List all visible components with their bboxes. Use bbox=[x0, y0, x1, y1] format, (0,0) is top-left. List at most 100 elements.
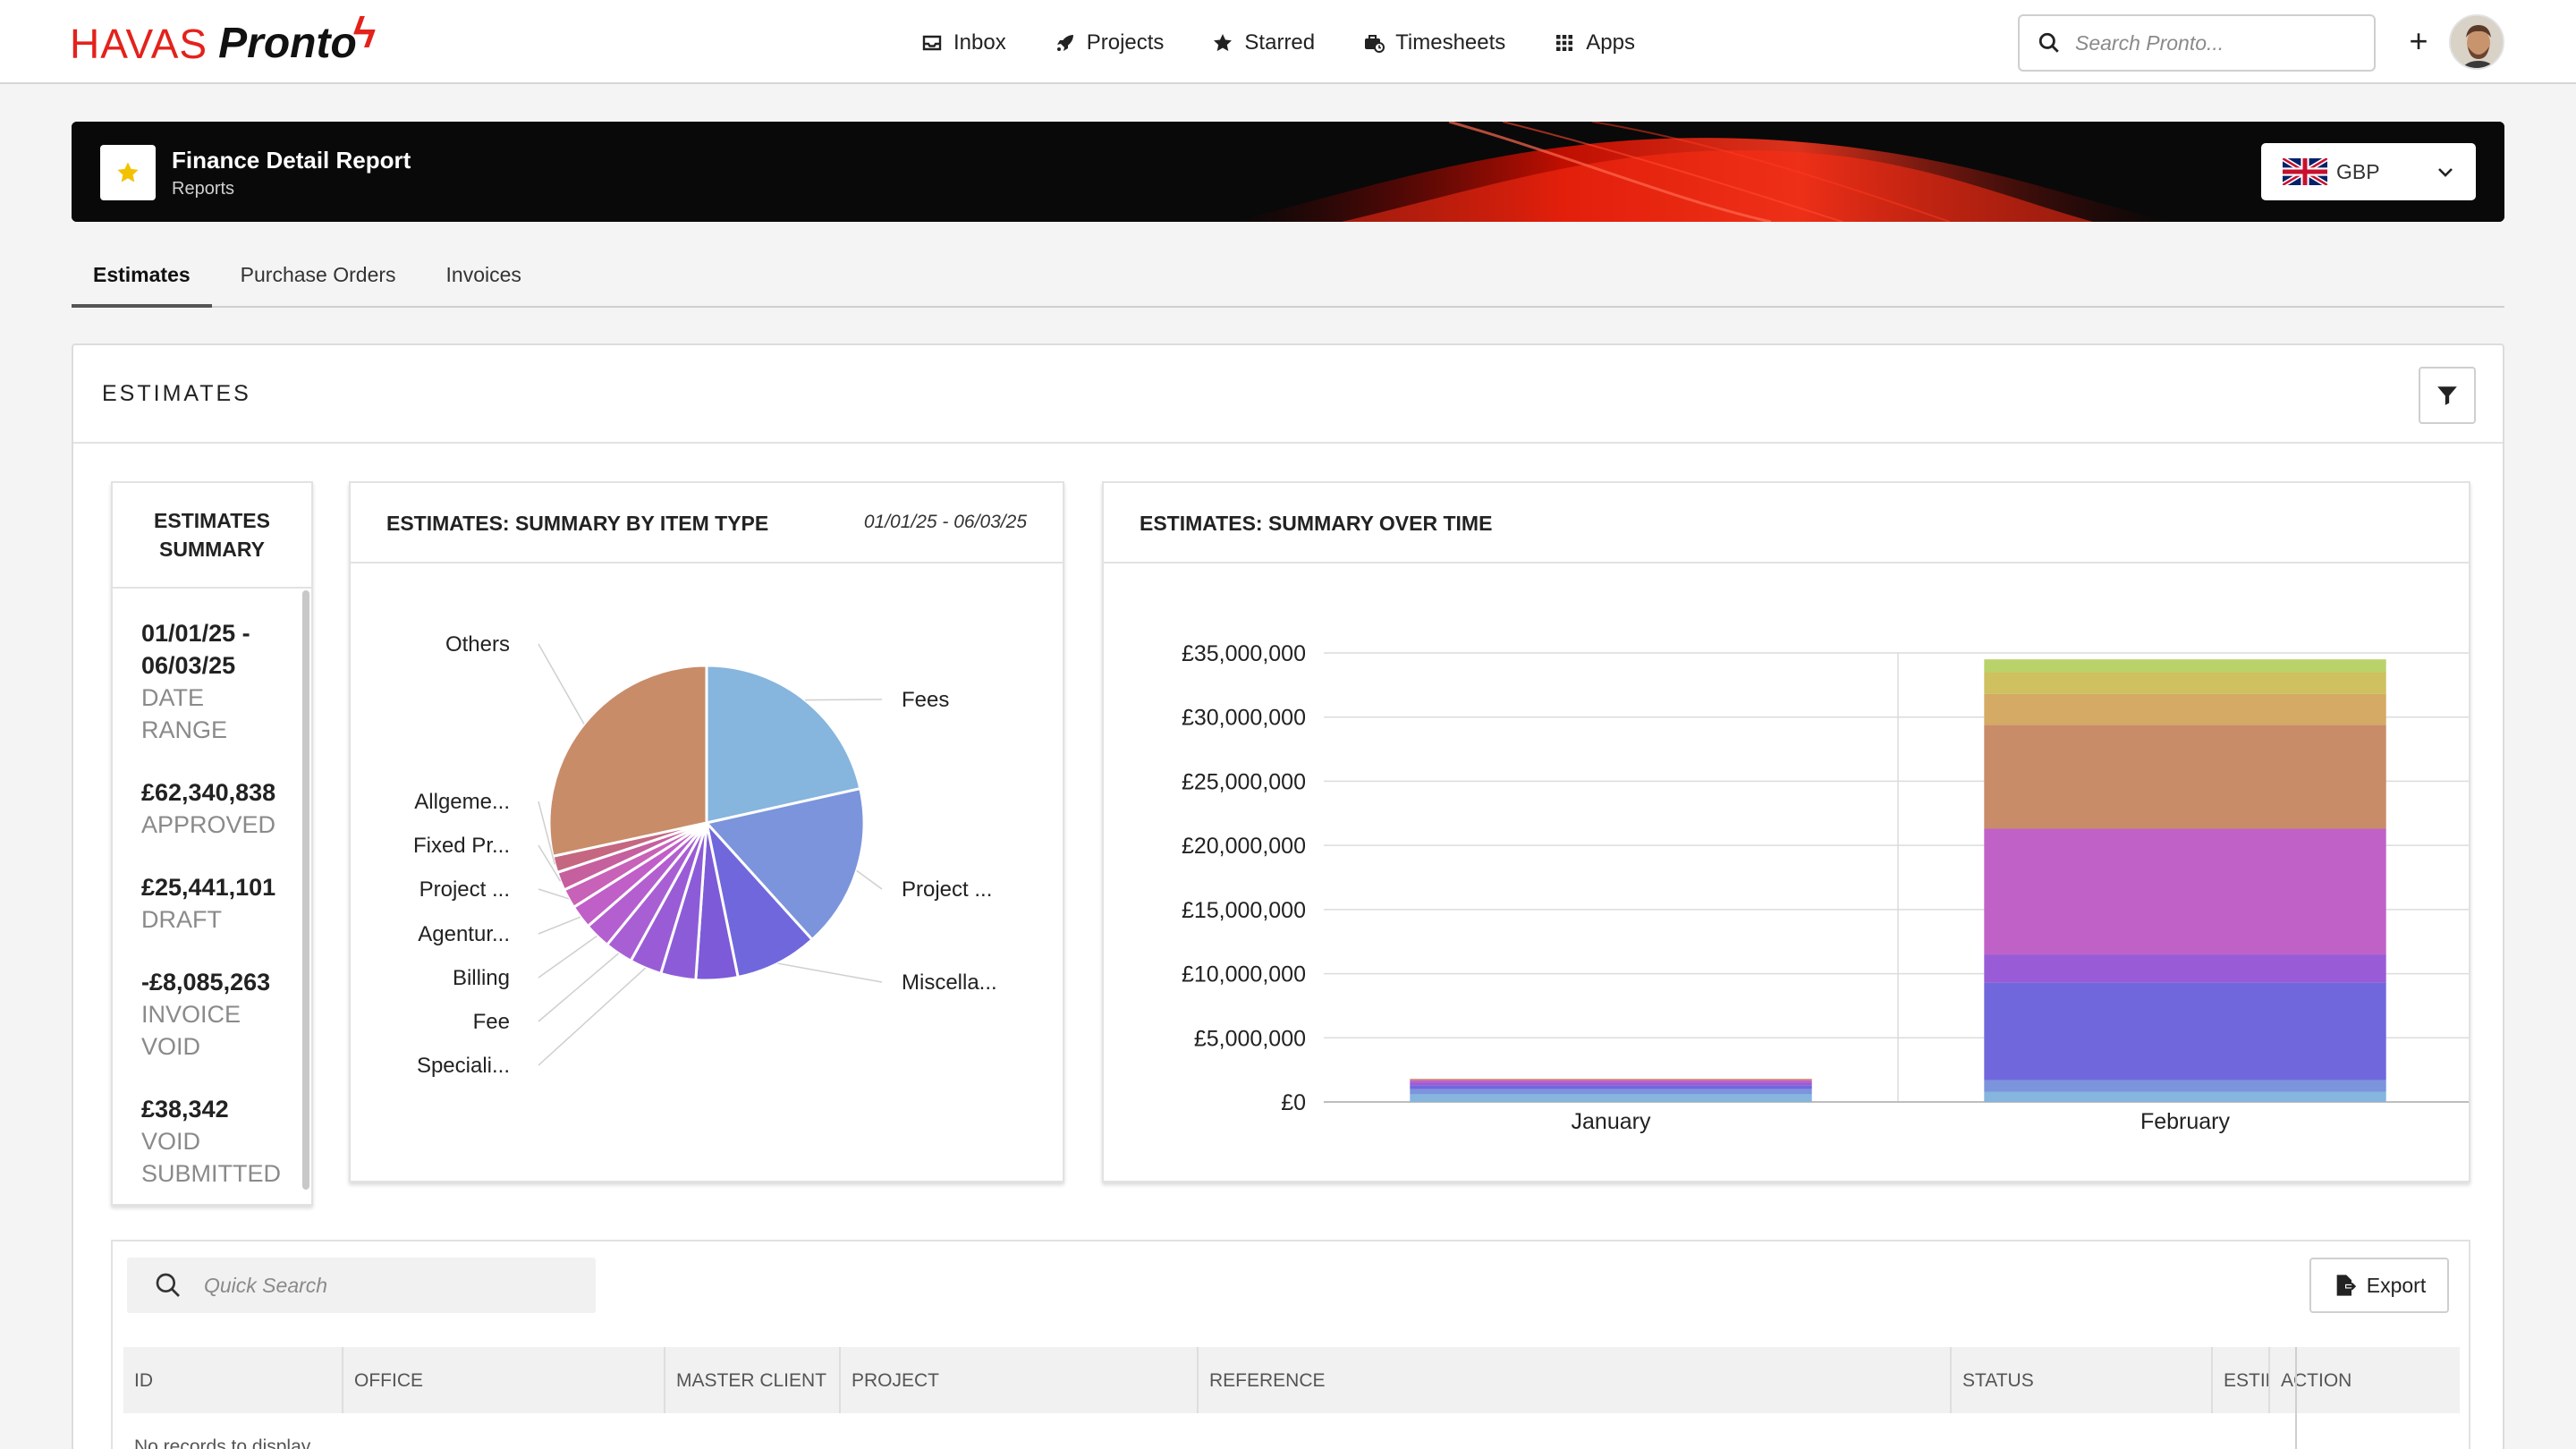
bar-card-title: ESTIMATES: SUMMARY OVER TIME bbox=[1140, 512, 1493, 535]
bar-segment[interactable] bbox=[1984, 659, 2386, 673]
avatar[interactable] bbox=[2449, 14, 2504, 70]
bar-segment[interactable] bbox=[1410, 1079, 1812, 1080]
bar-segment[interactable] bbox=[1984, 1080, 2386, 1092]
add-button[interactable]: + bbox=[2397, 21, 2440, 64]
nav-projects-label: Projects bbox=[1086, 30, 1165, 55]
bar-segment[interactable] bbox=[1410, 1089, 1812, 1095]
pie-slice-label: Speciali... bbox=[417, 1054, 510, 1078]
stat-value: -£8,085,263 bbox=[141, 969, 271, 996]
pie-card-header: ESTIMATES: SUMMARY BY ITEM TYPE 01/01/25… bbox=[351, 483, 1063, 564]
summary-stat-void-submitted: £38,342 VOID SUBMITTED bbox=[141, 1093, 311, 1190]
bar-segment[interactable] bbox=[1984, 954, 2386, 983]
empty-table-message: No records to display bbox=[134, 1436, 311, 1449]
nav-projects[interactable]: Projects bbox=[1055, 25, 1165, 61]
y-tick-label: £35,000,000 bbox=[1182, 641, 1306, 666]
stat-label: VOID SUBMITTED bbox=[141, 1128, 282, 1187]
bar-segment[interactable] bbox=[1410, 1085, 1812, 1089]
pie-leader-line bbox=[777, 962, 883, 983]
tab-invoices[interactable]: Invoices bbox=[425, 254, 543, 308]
pie-slice-label: Fees bbox=[902, 688, 949, 712]
pie-leader-line bbox=[538, 935, 597, 979]
currency-value: GBP bbox=[2336, 159, 2380, 183]
nav-apps[interactable]: Apps bbox=[1554, 25, 1635, 61]
logo-brand: HAVAS bbox=[70, 21, 208, 67]
report-tabs: Estimates Purchase Orders Invoices bbox=[72, 254, 2504, 308]
y-tick-label: £5,000,000 bbox=[1194, 1026, 1306, 1051]
page-title: Finance Detail Report bbox=[172, 147, 411, 174]
quick-search-input[interactable] bbox=[204, 1273, 562, 1298]
column-header-status[interactable]: STATUS bbox=[1952, 1347, 2213, 1413]
bar-card-header: ESTIMATES: SUMMARY OVER TIME bbox=[1104, 483, 2469, 564]
briefcase-clock-icon bbox=[1365, 35, 1385, 53]
bar-segment[interactable] bbox=[1984, 1091, 2386, 1102]
pie-slice-label: Fixed Pr... bbox=[413, 834, 510, 858]
stat-value: £62,340,838 bbox=[141, 779, 276, 806]
column-header-action[interactable]: ACTION bbox=[2270, 1347, 2460, 1413]
column-header-reference[interactable]: REFERENCE bbox=[1199, 1347, 1952, 1413]
global-search-input[interactable] bbox=[2075, 30, 2361, 55]
column-header-estimate[interactable]: ESTIMATE bbox=[2213, 1347, 2270, 1413]
rocket-icon bbox=[1056, 35, 1073, 51]
summary-over-time-bar-chart: £0 £5,000,000 £10,000,000 £15,000,000 £20,00… bbox=[1182, 641, 2469, 1134]
y-tick-label: £30,000,000 bbox=[1182, 706, 1306, 731]
star-icon bbox=[1214, 34, 1233, 52]
column-header-office[interactable]: OFFICE bbox=[343, 1347, 665, 1413]
nav-inbox[interactable]: Inbox bbox=[921, 25, 1006, 61]
report-banner: Finance Detail Report Reports GBP bbox=[72, 122, 2504, 222]
bar-segment[interactable] bbox=[1410, 1080, 1812, 1083]
quick-search[interactable] bbox=[127, 1258, 596, 1313]
currency-select[interactable]: GBP bbox=[2261, 143, 2476, 200]
sticky-column-divider bbox=[2295, 1347, 2297, 1449]
nav-timesheets[interactable]: Timesheets bbox=[1363, 25, 1505, 61]
bar-segment[interactable] bbox=[1410, 1094, 1812, 1102]
global-search[interactable] bbox=[2018, 14, 2376, 72]
havas-pronto-logo[interactable]: HAVAS Pronto ϟ bbox=[70, 11, 376, 70]
nav-apps-label: Apps bbox=[1586, 30, 1635, 55]
nav-inbox-label: Inbox bbox=[953, 30, 1006, 55]
banner-background-art bbox=[72, 122, 2504, 222]
bar-segment[interactable] bbox=[1984, 672, 2386, 694]
y-tick-label: £15,000,000 bbox=[1182, 898, 1306, 923]
estimates-panel-header: ESTIMATES bbox=[73, 345, 2503, 444]
pie-slice[interactable] bbox=[547, 664, 708, 859]
grid-icon bbox=[1556, 35, 1573, 51]
page: HAVAS Pronto ϟ Inbox Projects Starred Ti… bbox=[0, 0, 2576, 1449]
column-header-project[interactable]: PROJECT bbox=[841, 1347, 1199, 1413]
search-icon bbox=[2038, 32, 2059, 53]
estimates-summary-card: ESTIMATES SUMMARY 01/01/25 - 06/03/25 DA… bbox=[111, 481, 313, 1206]
pie-slice-label: Others bbox=[445, 632, 510, 657]
nav-starred[interactable]: Starred bbox=[1212, 25, 1315, 61]
bar-segment[interactable] bbox=[1984, 982, 2386, 1080]
summary-scrollbar[interactable] bbox=[302, 590, 309, 1190]
bar-segment[interactable] bbox=[1984, 693, 2386, 725]
table-header: ID OFFICE MASTER CLIENT PROJECT REFERENC… bbox=[123, 1347, 2460, 1413]
pie-slice-label: Agentur... bbox=[418, 922, 510, 946]
item-type-pie-chart: Fees Project ... Miscella... Speciali... Fee… bbox=[413, 632, 997, 1078]
estimates-panel: ESTIMATES ESTIMATES SUMMARY 01/01/25 - 0… bbox=[72, 343, 2504, 1449]
tab-estimates[interactable]: Estimates bbox=[72, 254, 212, 308]
pie-leader-line bbox=[538, 967, 647, 1066]
nav-starred-label: Starred bbox=[1244, 30, 1316, 55]
estimates-table: Export ID OFFICE MASTER CLIENT PROJECT R… bbox=[111, 1240, 2470, 1449]
tab-purchase-orders[interactable]: Purchase Orders bbox=[219, 254, 418, 308]
column-header-master-client[interactable]: MASTER CLIENT bbox=[665, 1347, 841, 1413]
favorite-star-button[interactable] bbox=[100, 145, 156, 200]
stat-value: £25,441,101 bbox=[141, 874, 276, 901]
stat-label: INVOICE VOID bbox=[141, 1001, 242, 1060]
bar-segment[interactable] bbox=[1984, 724, 2386, 829]
page-subtitle: Reports bbox=[172, 179, 235, 199]
user-photo bbox=[2451, 16, 2503, 68]
pie-leader-line bbox=[538, 953, 620, 1022]
filter-button[interactable] bbox=[2419, 367, 2476, 424]
filter-icon bbox=[2437, 386, 2457, 405]
column-header-id[interactable]: ID bbox=[123, 1347, 343, 1413]
pie-leader-line bbox=[538, 643, 585, 724]
bar-segment[interactable] bbox=[1984, 828, 2386, 955]
panel-title: ESTIMATES bbox=[102, 381, 251, 406]
export-button[interactable]: Export bbox=[2309, 1258, 2449, 1313]
uk-flag-icon bbox=[2283, 158, 2327, 185]
main-nav: Inbox Projects Starred Timesheets Apps bbox=[921, 25, 1683, 61]
chevron-down-icon bbox=[2438, 168, 2453, 177]
inbox-icon bbox=[922, 35, 942, 51]
bar-segment[interactable] bbox=[1410, 1082, 1812, 1086]
